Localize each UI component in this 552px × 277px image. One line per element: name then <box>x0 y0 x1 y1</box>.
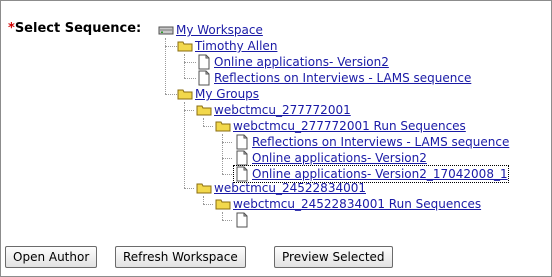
tree-node-groups-folder[interactable]: My Groups <box>177 86 259 102</box>
tree-connector <box>222 174 232 175</box>
tree-connector <box>184 188 194 189</box>
tree-connector <box>203 196 204 204</box>
group-folder-link[interactable]: webctmcu_24522834001 <box>214 180 366 196</box>
tree-connector <box>203 118 204 126</box>
tree-connector <box>222 220 232 221</box>
folder-icon <box>177 41 193 52</box>
tree-node-run-sequences-folder[interactable]: webctmcu_277772001 Run Sequences <box>215 118 466 134</box>
tree-node-sequence[interactable]: Reflections on Interviews - LAMS sequenc… <box>234 134 509 150</box>
folder-icon <box>215 121 231 132</box>
workspace-root-link[interactable]: My Workspace <box>176 22 263 38</box>
tree-connector <box>222 142 232 143</box>
sequence-tree: My Workspace Timothy Allen Online applic… <box>0 0 552 245</box>
document-icon <box>198 70 210 86</box>
folder-icon <box>177 89 193 100</box>
tree-connector <box>184 78 196 79</box>
drive-icon <box>158 26 174 35</box>
run-sequences-folder-link[interactable]: webctmcu_277772001 Run Sequences <box>233 118 466 134</box>
group-folder-link[interactable]: webctmcu_277772001 <box>214 102 351 118</box>
tree-node-group-folder[interactable]: webctmcu_277772001 <box>196 102 351 118</box>
document-icon <box>198 54 210 70</box>
user-folder-link[interactable]: Timothy Allen <box>195 38 277 54</box>
tree-connector <box>184 62 196 63</box>
sequence-link[interactable]: Reflections on Interviews - LAMS sequenc… <box>214 70 471 86</box>
tree-node-group-folder[interactable]: webctmcu_24522834001 <box>196 180 366 196</box>
tree-connector <box>222 134 223 174</box>
folder-icon <box>196 183 212 194</box>
tree-node-root[interactable]: My Workspace <box>158 22 263 38</box>
document-icon <box>236 134 248 150</box>
sequence-link[interactable]: Online applications- Version2 <box>252 150 427 166</box>
sequence-link[interactable]: Online applications- Version2 <box>214 54 389 70</box>
tree-connector <box>165 46 177 47</box>
tree-connector <box>184 54 185 78</box>
preview-selected-button[interactable]: Preview Selected <box>274 246 393 268</box>
tree-connector <box>165 94 177 95</box>
tree-connector <box>222 212 223 220</box>
tree-node-user-folder[interactable]: Timothy Allen <box>177 38 277 54</box>
tree-node-empty[interactable] <box>234 212 252 228</box>
tree-connector <box>184 102 185 188</box>
tree-connector <box>203 126 213 127</box>
sequence-link[interactable]: Reflections on Interviews - LAMS sequenc… <box>252 134 509 150</box>
document-icon <box>236 212 248 228</box>
folder-icon <box>215 199 231 210</box>
tree-node-sequence[interactable]: Online applications- Version2 <box>196 54 389 70</box>
open-author-button[interactable]: Open Author <box>5 246 98 268</box>
tree-node-run-sequences-folder[interactable]: webctmcu_24522834001 Run Sequences <box>215 196 481 212</box>
tree-node-sequence[interactable]: Reflections on Interviews - LAMS sequenc… <box>196 70 471 86</box>
groups-folder-link[interactable]: My Groups <box>195 86 259 102</box>
folder-icon <box>196 105 212 116</box>
run-sequences-folder-link[interactable]: webctmcu_24522834001 Run Sequences <box>233 196 481 212</box>
tree-connector <box>203 204 213 205</box>
tree-connector <box>184 110 194 111</box>
document-icon <box>236 150 248 166</box>
tree-node-sequence[interactable]: Online applications- Version2 <box>234 150 427 166</box>
tree-connector <box>222 158 232 159</box>
refresh-workspace-button[interactable]: Refresh Workspace <box>115 246 246 268</box>
